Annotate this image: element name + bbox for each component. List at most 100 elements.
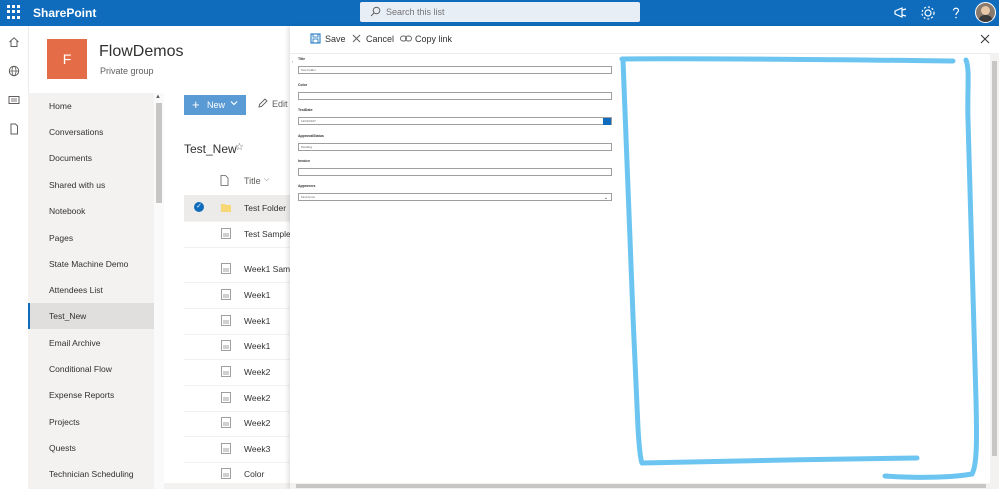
nav-item-documents[interactable]: Documents — [28, 145, 154, 171]
site-subtitle: Private group — [100, 66, 154, 76]
plus-icon: + — [192, 97, 200, 112]
list-item-icon — [221, 340, 231, 351]
nav-item-email-archive[interactable]: Email Archive — [28, 330, 154, 356]
list-item[interactable]: Week2 — [184, 410, 290, 437]
nav-item-pages[interactable]: Pages — [28, 225, 154, 251]
list-item-icon — [221, 417, 231, 428]
nav-item-state-machine-demo[interactable]: State Machine Demo — [28, 251, 154, 277]
cancel-button-label: Cancel — [366, 34, 395, 44]
news-icon[interactable] — [8, 94, 20, 106]
list-item-name[interactable]: Test Sample2 — [244, 229, 290, 239]
site-logo[interactable]: F — [47, 39, 87, 79]
approvalstatus-field[interactable]: Pending — [298, 143, 612, 151]
home-icon[interactable] — [8, 36, 20, 48]
save-icon — [310, 33, 321, 44]
testdate-value: 12/11/2017 — [301, 119, 316, 123]
scrollbar-thumb[interactable] — [992, 61, 997, 456]
gear-icon[interactable] — [919, 4, 937, 22]
nav-item-quests[interactable]: Quests — [28, 435, 154, 461]
site-title[interactable]: FlowDemos — [99, 43, 183, 61]
app-brand[interactable]: SharePoint — [33, 6, 96, 20]
scrollbar-thumb[interactable] — [156, 103, 162, 203]
waffle-icon[interactable] — [7, 5, 21, 19]
panel-scrollbar[interactable] — [990, 53, 999, 489]
list-item-name[interactable]: Week1 — [244, 290, 290, 300]
list-item[interactable]: Week1 — [184, 282, 290, 309]
approvers-dropdown[interactable]: Find items ⌄ — [298, 193, 612, 201]
scrollbar-thumb[interactable] — [296, 484, 986, 488]
collapse-icon[interactable]: ‹ — [292, 59, 293, 64]
nav-item-shared-with-us[interactable]: Shared with us — [28, 172, 154, 198]
calendar-icon[interactable] — [603, 118, 611, 125]
list-item[interactable]: Week1 — [184, 308, 290, 335]
file-type-icon[interactable] — [220, 175, 229, 186]
color-field[interactable] — [298, 92, 612, 100]
list-item-icon — [221, 228, 231, 239]
nav-item-projects[interactable]: Projects — [28, 409, 154, 435]
nav-item-technician-scheduling[interactable]: Technician Scheduling — [28, 461, 154, 487]
edit-button-label: Edit — [272, 99, 288, 109]
nav-item-label: Expense Reports — [49, 390, 115, 400]
nav-item-home[interactable]: Home — [28, 93, 154, 119]
list-item[interactable]: Week2 — [184, 385, 290, 412]
nav-item-label: Technician Scheduling — [49, 469, 134, 479]
nav-item-label: Test_New — [49, 311, 87, 321]
list-item[interactable]: Week2 — [184, 359, 290, 386]
globe-icon[interactable] — [8, 65, 20, 77]
field-label-testdate: TestDate — [298, 108, 313, 112]
list-item-icon — [221, 392, 231, 403]
nav-scrollbar[interactable]: ▲ — [154, 93, 164, 489]
panel-horizontal-scrollbar[interactable] — [290, 483, 990, 489]
list-item-name[interactable]: Week2 — [244, 367, 290, 377]
search-input[interactable] — [386, 4, 626, 20]
list-item-name[interactable]: Week1 — [244, 316, 290, 326]
list-item-name[interactable]: Week3 — [244, 444, 290, 454]
list-item-name[interactable]: Week2 — [244, 418, 290, 428]
column-header-title[interactable]: Title — [244, 176, 261, 186]
nav-item-conversations[interactable]: Conversations — [28, 119, 154, 145]
list-item[interactable]: Week3 — [184, 436, 290, 463]
nav-item-notebook[interactable]: Notebook — [28, 198, 154, 224]
list-item-name[interactable]: Color — [244, 469, 290, 479]
list-item-icon — [221, 366, 231, 377]
site-nav: Home Conversations Documents Shared with… — [28, 93, 154, 489]
help-icon[interactable] — [947, 4, 965, 22]
list-item-name[interactable]: Week2 — [244, 393, 290, 403]
search-box[interactable] — [360, 2, 640, 22]
star-icon[interactable]: ☆ — [235, 142, 244, 153]
list-item-icon — [221, 263, 231, 274]
list-item[interactable]: Test Sample2 — [184, 221, 290, 248]
scroll-up-icon[interactable]: ▲ — [155, 94, 161, 100]
new-button-label: New — [207, 100, 226, 110]
chevron-down-icon[interactable]: ⌵ — [264, 176, 269, 184]
check-icon[interactable]: ✓ — [194, 202, 204, 212]
nav-item-label: Projects — [49, 417, 80, 427]
list-item-name[interactable]: Week1 Sample — [244, 264, 290, 274]
testdate-field[interactable]: 12/11/2017 — [298, 117, 612, 125]
nav-item-expense-reports[interactable]: Expense Reports — [28, 382, 154, 408]
field-label-title: Title — [298, 57, 306, 61]
file-icon[interactable] — [8, 123, 20, 135]
list-item-icon — [221, 468, 231, 479]
megaphone-icon[interactable] — [892, 4, 910, 22]
nav-item-test-new[interactable]: Test_New — [28, 303, 154, 329]
suite-bar: SharePoint — [0, 0, 999, 26]
title-field[interactable]: Test Folder — [298, 66, 612, 74]
list-item[interactable]: Week1 — [184, 333, 290, 360]
field-label-color: Color — [298, 83, 308, 87]
list-item-name[interactable]: Week1 — [244, 341, 290, 351]
nav-item-label: Email Archive — [49, 338, 101, 348]
close-icon[interactable] — [980, 34, 990, 44]
chevron-down-icon — [230, 101, 238, 106]
invoice-field[interactable] — [298, 168, 612, 176]
link-icon — [400, 35, 412, 42]
list-item[interactable]: ✓ Test Folder — [184, 195, 290, 222]
nav-item-attendees-list[interactable]: Attendees List — [28, 277, 154, 303]
list-horizontal-scrollbar[interactable] — [164, 483, 290, 489]
nav-item-label: Documents — [49, 153, 92, 163]
list-item[interactable]: Week1 Sample — [184, 256, 290, 283]
nav-item-conditional-flow[interactable]: Conditional Flow — [28, 356, 154, 382]
avatar[interactable] — [975, 2, 996, 23]
new-button[interactable]: + New — [184, 95, 246, 115]
list-item-name[interactable]: Test Folder — [244, 203, 290, 213]
